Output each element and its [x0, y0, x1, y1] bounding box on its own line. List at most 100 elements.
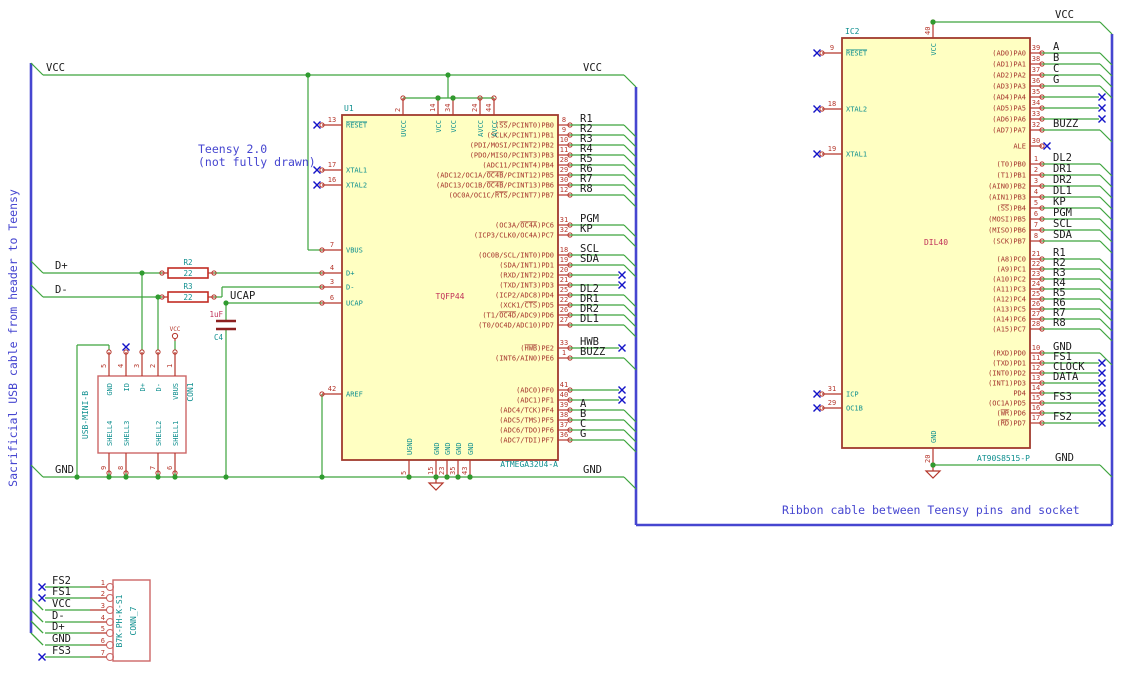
chip-value-U1: TQFP44: [436, 292, 465, 301]
chip-part-IC2: AT90S8515-P: [977, 454, 1030, 463]
bus-entry: [623, 429, 637, 443]
pin-number: 26: [1032, 300, 1040, 308]
pin-number: 44: [485, 104, 493, 112]
pin-number: 9: [830, 44, 834, 52]
junction-dot: [930, 462, 936, 468]
pin-name: ID: [123, 383, 131, 391]
pin-name: (ICP2/ADC8)PD4: [495, 292, 554, 300]
pin-number: 9: [562, 126, 566, 134]
connector-value-CON1: USB-MINI-B: [81, 391, 90, 439]
pin-number: 37: [560, 421, 568, 429]
pin-number: 43: [461, 467, 469, 475]
pin-number: 32: [560, 226, 568, 234]
bus-entry: [623, 184, 637, 198]
bus-entry: [30, 284, 44, 298]
pin-name: (INT1)PD3: [988, 380, 1026, 388]
connector-value-CONN_7: B7K-PH-K-S1: [115, 594, 124, 647]
junction-dot: [223, 300, 229, 306]
bus-entry: [623, 476, 637, 490]
pin-number: 16: [328, 176, 336, 184]
pin-name: (A13)PC5: [992, 306, 1026, 314]
junction-dot: [74, 474, 80, 480]
bus-entry: [1099, 240, 1113, 254]
bus-entry: [623, 409, 637, 423]
net-label-GND: GND: [52, 633, 71, 645]
bus-entry: [30, 632, 44, 646]
pin-name: PD4: [1013, 390, 1026, 398]
resistor-ref-R2: R2: [183, 258, 192, 267]
pin-number: 32: [1032, 121, 1040, 129]
bus-entry: [623, 234, 637, 248]
pin-name: OC1B: [846, 405, 863, 413]
pin-name: (T1)PB1: [996, 172, 1026, 180]
bus-entry: [30, 597, 44, 611]
pin-number: 8: [117, 466, 125, 470]
pin-number: 6: [166, 466, 174, 470]
junction-dot: [450, 95, 456, 101]
pin-number: 6: [101, 637, 105, 645]
pin-name: (A9)PC1: [996, 266, 1026, 274]
pin-number: 3: [133, 364, 141, 368]
pin-name: GND: [106, 383, 114, 396]
pin-name: (AD4)PA4: [992, 94, 1026, 102]
net-label-G: G: [580, 428, 586, 440]
net-label-SDA: SDA: [580, 253, 600, 265]
power-symbol-label: VCC: [170, 326, 181, 333]
pin-number: 2: [1034, 166, 1038, 174]
pin-number: 15: [1032, 394, 1040, 402]
pin-name: (PDI/MOSI/PCINT2)PB2: [470, 142, 554, 150]
pin-name: GND: [930, 430, 938, 443]
pin-number: 7: [1034, 221, 1038, 229]
pin-number: 12: [560, 186, 568, 194]
bus-entry: [1099, 229, 1113, 243]
pin-number: 35: [1032, 88, 1040, 96]
pin-number: 19: [828, 145, 836, 153]
pin-number: 24: [1032, 280, 1040, 288]
junction-dot: [433, 474, 439, 480]
bus-entry: [1099, 464, 1113, 478]
bus-entry: [623, 74, 637, 88]
pin-number: 5: [100, 364, 108, 368]
pin-name: (ADC0)PF0: [516, 387, 554, 395]
bus-entry: [623, 194, 637, 208]
pin-number: 2: [149, 364, 157, 368]
pin-name: UGND: [406, 438, 414, 455]
bus-entry: [623, 154, 637, 168]
pin-number: 2: [101, 590, 105, 598]
pin-name: VCC: [435, 120, 443, 133]
pin-name: (RXD/INT2)PD2: [499, 272, 554, 280]
ground-symbol: [924, 470, 942, 479]
bus-entry: [1099, 196, 1113, 210]
pin-name: D+: [346, 270, 354, 278]
bus-entry: [1099, 63, 1113, 77]
resistor-ref-R3: R3: [183, 282, 192, 291]
pin-name: VCC: [930, 43, 938, 56]
pin-name: SHELL3: [123, 421, 131, 446]
pin-name: (A8)PC0: [996, 256, 1026, 264]
bus-entry: [623, 164, 637, 178]
junction-dot: [155, 294, 161, 300]
junction-dot: [445, 72, 451, 78]
pin-name: (TXD/INT3)PD3: [499, 282, 554, 290]
net-label-FS3: FS3: [52, 645, 71, 657]
pin-number: 40: [560, 391, 568, 399]
pin-name: (OC0B/SCL/INT0)PD0: [478, 252, 554, 260]
bus-entry: [1099, 218, 1113, 232]
pin-name: GND: [455, 442, 463, 455]
pin-number: 7: [149, 466, 157, 470]
pin-name: RESET: [846, 50, 868, 58]
bus-entry: [1099, 21, 1113, 35]
bus-entry: [1099, 74, 1113, 88]
pin-name: (RD)PD7: [996, 420, 1026, 428]
pin-number: 38: [560, 411, 568, 419]
bus-entry: [30, 609, 44, 623]
bus-entry: [30, 464, 44, 478]
pin-name: (TXD)PD1: [992, 360, 1026, 368]
bus-entry: [1099, 278, 1113, 292]
pin-name: (A14)PC6: [992, 316, 1026, 324]
pin-number: 5: [1034, 199, 1038, 207]
bus-entry: [1099, 308, 1113, 322]
pin-number: 26: [560, 306, 568, 314]
pin-number: 6: [330, 294, 334, 302]
junction-dot: [930, 19, 936, 25]
